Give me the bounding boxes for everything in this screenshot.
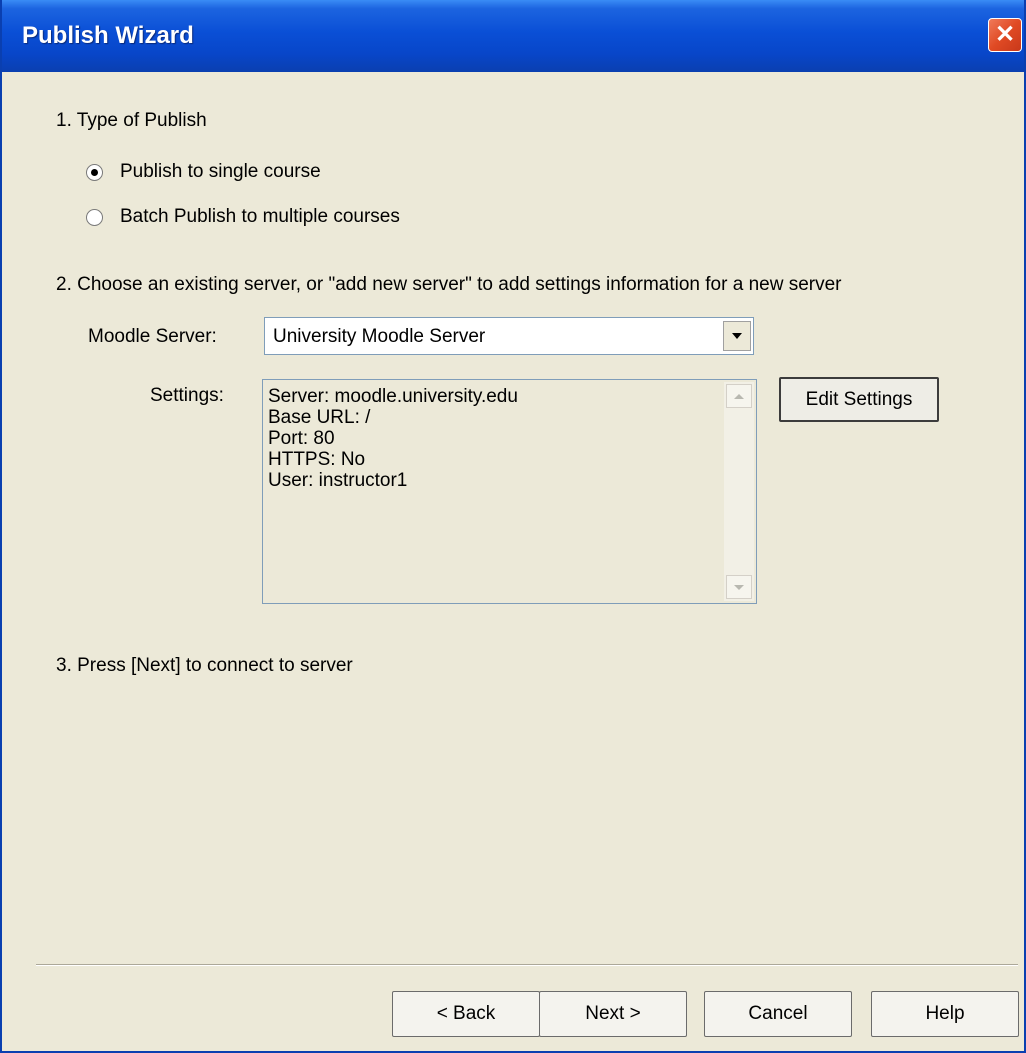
scroll-up-button[interactable] [726, 384, 752, 408]
dropdown-arrow-button[interactable] [723, 321, 751, 351]
settings-line-https: HTTPS: No [268, 449, 366, 470]
radio-batch-publish[interactable] [86, 209, 103, 226]
settings-line-server: Server: moodle.university.edu [268, 386, 518, 407]
radio-label-single-course[interactable]: Publish to single course [120, 161, 321, 183]
radio-single-course[interactable] [86, 164, 103, 181]
settings-line-port: Port: 80 [268, 428, 335, 449]
back-button[interactable]: < Back [392, 991, 540, 1037]
cancel-button[interactable]: Cancel [704, 991, 852, 1037]
settings-scrollbar[interactable] [724, 382, 754, 601]
settings-line-base-url: Base URL: / [268, 407, 371, 428]
radio-selected-dot [91, 169, 98, 176]
scroll-down-icon [734, 584, 744, 590]
step2-heading: 2. Choose an existing server, or "add ne… [56, 274, 842, 295]
settings-lines: Server: moodle.university.edu Base URL: … [268, 386, 518, 491]
settings-label: Settings: [150, 385, 224, 406]
moodle-server-label: Moodle Server: [88, 326, 217, 347]
title-bar: Publish Wizard ✕ [2, 0, 1024, 72]
moodle-server-value: University Moodle Server [273, 326, 486, 347]
footer-separator [36, 964, 1018, 966]
scroll-down-button[interactable] [726, 575, 752, 599]
window-title: Publish Wizard [22, 22, 194, 49]
close-button[interactable]: ✕ [988, 18, 1022, 52]
settings-line-user: User: instructor1 [268, 470, 408, 491]
edit-settings-button[interactable]: Edit Settings [779, 377, 939, 422]
close-icon: ✕ [994, 21, 1016, 48]
chevron-down-icon [732, 333, 742, 339]
moodle-server-dropdown[interactable]: University Moodle Server [264, 317, 754, 355]
step1-heading: 1. Type of Publish [56, 110, 207, 131]
radio-label-batch-publish[interactable]: Batch Publish to multiple courses [120, 206, 400, 228]
step3-heading: 3. Press [Next] to connect to server [56, 655, 353, 676]
help-button[interactable]: Help [871, 991, 1019, 1037]
publish-wizard-window: Publish Wizard ✕ 1. Type of Publish Publ… [0, 0, 1026, 1053]
next-button[interactable]: Next > [539, 991, 687, 1037]
scroll-up-icon [734, 393, 744, 399]
settings-textarea[interactable]: Server: moodle.university.edu Base URL: … [262, 379, 757, 604]
